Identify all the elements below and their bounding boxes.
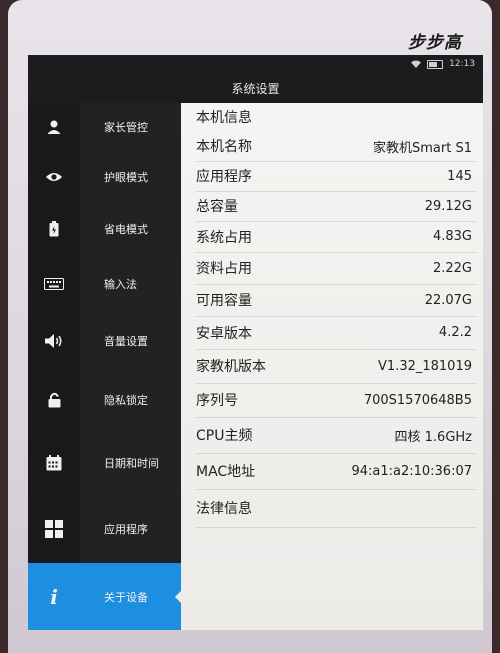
keyboard-icon — [28, 255, 80, 313]
info-key: 安卓版本 — [196, 325, 252, 342]
about-device-panel: 本机信息 本机名称 家教机Smart S1 应用程序 145 总容量 29.12… — [181, 103, 483, 630]
sidebar-item-applications[interactable]: 应用程序 — [28, 495, 181, 563]
sidebar-item-label: 输入法 — [104, 278, 137, 291]
info-value: 94:a1:a2:10:36:07 — [351, 463, 472, 479]
info-row-cpu: CPU主频 四核 1.6GHz — [196, 417, 476, 454]
sidebar-item-power-saving[interactable]: 省电模式 — [28, 203, 181, 255]
legal-info-label: 法律信息 — [196, 501, 252, 517]
battery-icon — [28, 203, 80, 255]
sidebar-item-label: 省电模式 — [104, 223, 148, 236]
sidebar-item-label: 应用程序 — [104, 523, 148, 536]
sidebar-item-label: 护眼模式 — [104, 171, 148, 184]
info-value: 145 — [447, 168, 472, 184]
info-row-serial-number: 序列号 700S1570648B5 — [196, 383, 476, 418]
legal-info-button[interactable]: 法律信息 — [196, 489, 476, 528]
info-value: 四核 1.6GHz — [394, 429, 472, 445]
info-value: 22.07G — [424, 292, 472, 308]
sidebar-item-input-method[interactable]: 输入法 — [28, 255, 181, 313]
info-key: 资料占用 — [196, 261, 252, 277]
page-title: 系统设置 — [231, 82, 280, 96]
section-header-row: 本机信息 — [196, 103, 476, 131]
eye-icon — [28, 151, 80, 203]
info-row-total-capacity: 总容量 29.12G — [196, 191, 476, 222]
sidebar-item-date-time[interactable]: 日期和时间 — [28, 431, 181, 495]
info-icon: i — [28, 563, 80, 630]
info-row-android-version: 安卓版本 4.2.2 — [196, 316, 476, 350]
tablet-device: 步步高 12:13 系统设置 家长管控 护眼模式 省电模式 输入法 音量设置 隐… — [8, 0, 492, 653]
info-value: 4.2.2 — [438, 325, 472, 340]
info-row-apps: 应用程序 145 — [196, 161, 476, 192]
info-key: 总容量 — [196, 199, 238, 215]
sidebar-item-label: 隐私锁定 — [104, 394, 148, 407]
info-key: 本机名称 — [196, 139, 252, 155]
info-value: 家教机Smart S1 — [373, 140, 472, 156]
sidebar-item-eye-protection[interactable]: 护眼模式 — [28, 151, 181, 203]
info-value: 2.22G — [432, 260, 472, 276]
sidebar: 家长管控 护眼模式 省电模式 输入法 音量设置 隐私锁定 日期和时间 应用程序 … — [28, 103, 182, 630]
sidebar-item-label: 家长管控 — [104, 121, 148, 134]
sidebar-item-parental-control[interactable]: 家长管控 — [28, 103, 181, 151]
info-key: 可用容量 — [196, 293, 252, 309]
status-bar: 12:13 — [28, 55, 483, 75]
info-value: 700S1570648B5 — [363, 392, 472, 408]
sidebar-item-label: 日期和时间 — [104, 457, 159, 470]
section-header: 本机信息 — [196, 110, 252, 126]
sidebar-item-label: 音量设置 — [104, 335, 148, 348]
sidebar-item-label: 关于设备 — [104, 590, 148, 604]
wifi-icon — [411, 60, 422, 68]
info-key: MAC地址 — [196, 464, 256, 480]
sidebar-item-about-device[interactable]: i 关于设备 — [28, 563, 182, 630]
screen: 12:13 系统设置 家长管控 护眼模式 省电模式 输入法 音量设置 隐私锁定 … — [28, 55, 483, 630]
info-value: V1.32_181019 — [378, 358, 472, 374]
brand-logo: 步步高 — [408, 33, 462, 53]
lock-icon — [28, 369, 80, 431]
info-key: 系统占用 — [196, 229, 252, 246]
info-row-mac-address: MAC地址 94:a1:a2:10:36:07 — [196, 453, 476, 490]
info-key: 应用程序 — [196, 169, 252, 185]
battery-status-icon — [427, 59, 444, 69]
info-value: 4.83G — [432, 229, 472, 244]
sidebar-item-volume[interactable]: 音量设置 — [28, 313, 181, 369]
sidebar-item-privacy-lock[interactable]: 隐私锁定 — [28, 369, 181, 431]
info-row-firmware-version: 家教机版本 V1.32_181019 — [196, 349, 476, 384]
info-row-available-capacity: 可用容量 22.07G — [196, 284, 476, 317]
status-time: 12:13 — [449, 59, 475, 69]
info-row-device-name: 本机名称 家教机Smart S1 — [196, 131, 476, 162]
info-key: 家教机版本 — [196, 359, 266, 375]
calendar-icon — [28, 431, 80, 495]
apps-icon — [28, 495, 80, 563]
info-row-data-usage: 资料占用 2.22G — [196, 252, 476, 285]
speaker-icon — [28, 313, 80, 369]
info-row-system-usage: 系统占用 4.83G — [196, 221, 476, 253]
info-value: 29.12G — [424, 198, 472, 214]
info-key: CPU主频 — [196, 428, 253, 444]
info-key: 序列号 — [196, 393, 238, 409]
person-icon — [28, 103, 80, 151]
